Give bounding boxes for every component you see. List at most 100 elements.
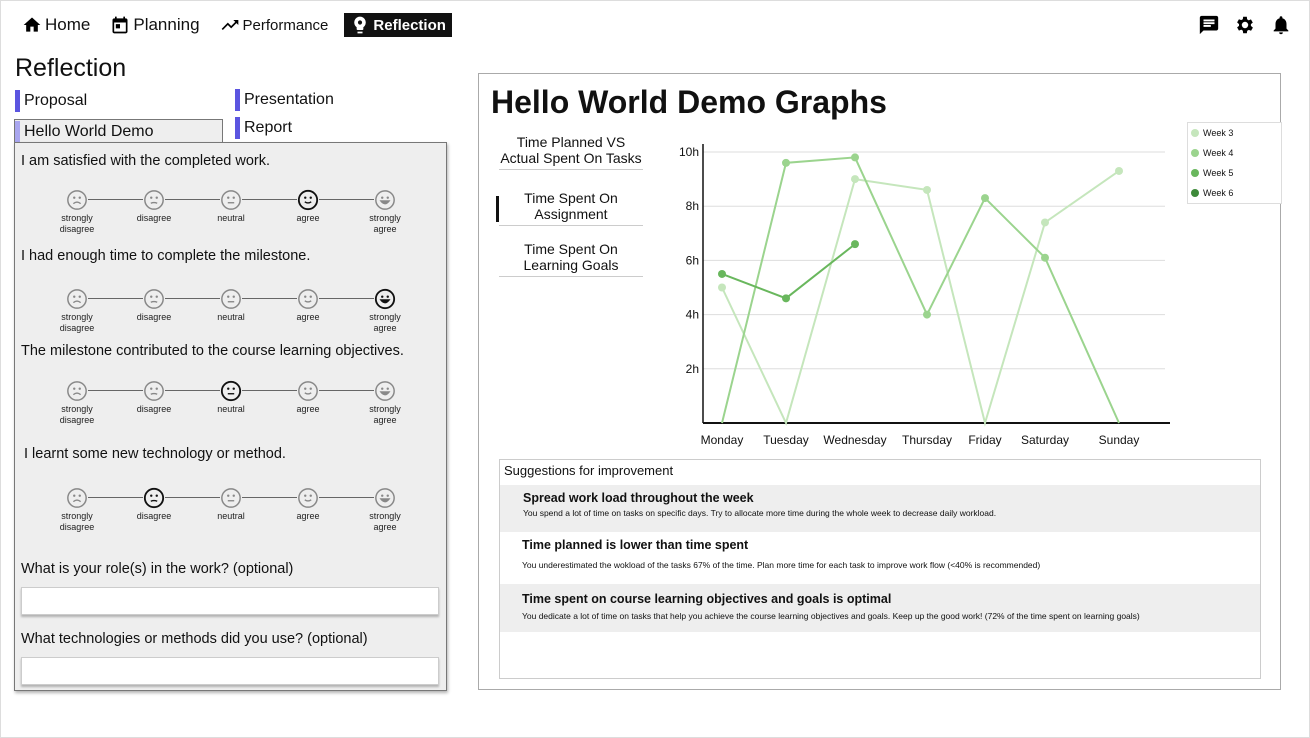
nav-performance-label: Performance <box>242 16 329 34</box>
scale-option[interactable]: strongly agree <box>355 380 415 426</box>
graph-tab-planned-vs-actual[interactable]: Time Planned VS Actual Spent On Tasks <box>499 134 643 170</box>
milestone-tab-report[interactable]: Report <box>235 117 292 139</box>
milestone-tab-label: Report <box>244 119 293 136</box>
calendar-icon <box>112 16 128 34</box>
scale-option[interactable]: disagree <box>124 189 184 224</box>
suggestion-desc: You dedicate a lot of time on tasks that… <box>522 611 1140 621</box>
disagree-face-icon <box>143 288 165 310</box>
milestone-tab-label: Presentation <box>244 91 334 108</box>
agree-face-icon <box>297 288 319 310</box>
scale-option[interactable]: agree <box>278 380 338 415</box>
tab-indicator <box>15 90 20 112</box>
scale-option-label: disagree <box>136 404 172 414</box>
home-icon <box>23 17 41 32</box>
technologies-input[interactable] <box>21 657 439 685</box>
suggestion-title: Spread work load throughout the week <box>523 491 754 505</box>
legend-item: Week 6 <box>1188 183 1281 203</box>
scale-option[interactable]: strongly disagree <box>47 380 107 426</box>
scale-option[interactable]: neutral <box>201 380 261 415</box>
x-tick-label: Friday <box>968 433 1001 447</box>
scale-option[interactable]: agree <box>278 487 338 522</box>
scale-option-label: neutral <box>217 312 245 322</box>
role-input[interactable] <box>21 587 439 615</box>
graph-tab-learning-goals[interactable]: Time Spent On Learning Goals <box>499 241 643 277</box>
milestone-tab-presentation[interactable]: Presentation <box>235 89 334 111</box>
nav-home-label: Home <box>45 15 91 34</box>
nav-home[interactable]: Home <box>18 13 94 37</box>
scale-option[interactable]: agree <box>278 189 338 224</box>
scale-option[interactable]: agree <box>278 288 338 323</box>
milestone-tab-proposal[interactable]: Proposal <box>15 90 87 112</box>
scale-option[interactable]: strongly disagree <box>47 288 107 334</box>
question-role: What is your role(s) in the work? (optio… <box>21 561 294 577</box>
scale-option[interactable]: disagree <box>124 288 184 323</box>
feedback-icon[interactable] <box>1198 14 1220 36</box>
legend-marker <box>1191 169 1199 177</box>
scale-option[interactable]: disagree <box>124 380 184 415</box>
graph-tab-label: Time Spent On Assignment <box>524 190 618 222</box>
strongly-disagree-face-icon <box>66 380 88 402</box>
milestone-tab-label: Proposal <box>24 92 88 109</box>
header-actions <box>1198 14 1292 36</box>
scale-option[interactable]: neutral <box>201 487 261 522</box>
chart-legend: Week 3 Week 4 Week 5 Week 6 <box>1187 122 1282 204</box>
data-point <box>851 240 859 249</box>
data-point <box>851 175 859 184</box>
nav-performance[interactable]: Performance <box>216 13 333 37</box>
legend-label: Week 6 <box>1203 188 1234 198</box>
scale-option-label: strongly agree <box>369 213 401 234</box>
milestone-tab-label: Hello World Demo <box>24 122 154 140</box>
scale-option-label: strongly disagree <box>59 511 95 532</box>
y-tick-label: 10h <box>679 145 699 159</box>
scale-option[interactable]: strongly agree <box>355 288 415 334</box>
legend-item: Week 3 <box>1188 123 1281 143</box>
suggestion-desc: You spend a lot of time on tasks on spec… <box>523 508 997 518</box>
data-point <box>1041 253 1049 262</box>
nav-planning[interactable]: Planning <box>106 13 203 37</box>
nav-reflection[interactable]: Reflection <box>344 13 452 37</box>
scale-option-label: strongly agree <box>369 404 401 425</box>
scale-option[interactable]: neutral <box>201 288 261 323</box>
scale-option[interactable]: disagree <box>124 487 184 522</box>
scale-option[interactable]: strongly disagree <box>47 189 107 235</box>
graph-tab-label: Time Planned VS Actual Spent On Tasks <box>500 134 642 166</box>
likert-scale: strongly disagree disagree neutral agree stro… <box>55 487 435 537</box>
scale-option-label: disagree <box>136 511 172 521</box>
likert-scale: strongly disagree disagree neutral agree stro… <box>55 288 435 338</box>
legend-marker <box>1191 149 1199 157</box>
scale-option-label: strongly disagree <box>59 404 95 425</box>
neutral-face-icon <box>220 487 242 509</box>
y-tick-label: 4h <box>686 308 699 322</box>
x-tick-label: Monday <box>701 433 744 447</box>
scale-option[interactable]: strongly agree <box>355 189 415 235</box>
gear-icon[interactable] <box>1234 14 1256 36</box>
disagree-face-icon <box>143 487 165 509</box>
data-point <box>718 283 726 292</box>
legend-label: Week 3 <box>1203 128 1234 138</box>
scale-option-label: strongly agree <box>369 511 401 532</box>
bell-icon[interactable] <box>1270 14 1292 36</box>
suggestions-header: Suggestions for improvement <box>504 463 674 478</box>
strongly-agree-face-icon <box>374 288 396 310</box>
question-new-technology: I learnt some new technology or method. <box>24 446 286 462</box>
y-tick-label: 8h <box>686 199 699 213</box>
scale-option-label: agree <box>296 511 320 521</box>
x-tick-label: Sunday <box>1099 433 1140 447</box>
scale-option[interactable]: neutral <box>201 189 261 224</box>
suggestion-desc: You underestimated the wokload of the ta… <box>522 560 1041 570</box>
tab-indicator <box>235 117 240 139</box>
data-point <box>923 185 931 194</box>
strongly-disagree-face-icon <box>66 189 88 211</box>
data-point <box>782 158 790 167</box>
legend-item: Week 5 <box>1188 163 1281 183</box>
scale-option[interactable]: strongly agree <box>355 487 415 533</box>
scale-option[interactable]: strongly disagree <box>47 487 107 533</box>
scale-option-label: neutral <box>217 404 245 414</box>
legend-label: Week 4 <box>1203 148 1234 158</box>
scale-option-label: agree <box>296 213 320 223</box>
milestone-tab-hello-world-demo[interactable]: Hello World Demo <box>14 119 223 143</box>
top-nav: Home Planning Performance Reflection <box>18 12 452 38</box>
suggestion-item: Spread work load throughout the week You… <box>500 485 1260 532</box>
graph-tab-assignment[interactable]: Time Spent On Assignment <box>496 190 643 226</box>
legend-marker <box>1191 189 1199 197</box>
